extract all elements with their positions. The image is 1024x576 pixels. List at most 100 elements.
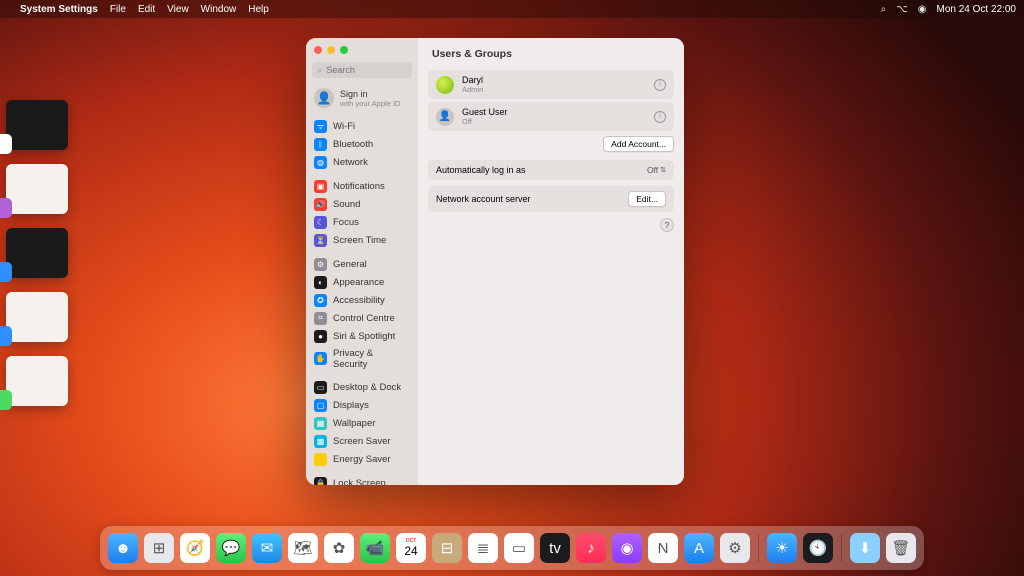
spotlight-icon[interactable]: ⌕ [881, 4, 887, 15]
control-centre-icon[interactable]: ⌥ [896, 4, 908, 15]
minimize-button[interactable] [327, 46, 335, 54]
sidebar-item-energy-saver[interactable]: ⚡Energy Saver [306, 450, 418, 468]
dock-finder-icon[interactable]: ☻ [108, 533, 138, 563]
app-menu[interactable]: System Settings [20, 4, 98, 15]
sidebar-item-sound[interactable]: 🔊 Sound [306, 195, 418, 213]
auto-login-value: Off [647, 165, 658, 175]
dock-weather-icon[interactable]: ☀ [767, 533, 797, 563]
sidebar-item-focus[interactable]: ☾ Focus [306, 213, 418, 231]
sidebar-item-siri-spotlight[interactable]: ●Siri & Spotlight [306, 327, 418, 345]
dock-safari-icon[interactable]: 🧭 [180, 533, 210, 563]
close-button[interactable] [314, 46, 322, 54]
dock-maps-icon[interactable]: 🗺 [288, 533, 318, 563]
sidebar-item-control-centre[interactable]: ⌗Control Centre [306, 309, 418, 327]
search-icon: ⌕ [317, 65, 322, 76]
dock-launchpad-icon[interactable]: ⊞ [144, 533, 174, 563]
stage-thumb-3[interactable] [6, 228, 68, 278]
dock-calendar-icon[interactable]: OCT24 [396, 533, 426, 563]
add-account-button[interactable]: Add Account... [603, 136, 674, 152]
stage-thumb-4[interactable] [6, 292, 68, 342]
sidebar-item-wallpaper[interactable]: ▦Wallpaper [306, 414, 418, 432]
sidebar-item-bluetooth[interactable]: ᛒ Bluetooth [306, 135, 418, 153]
zoom-button[interactable] [340, 46, 348, 54]
sign-in-row[interactable]: 👤 Sign in with your Apple ID [306, 82, 418, 114]
snd-icon: 🔊 [314, 198, 327, 211]
dock: ☻⊞🧭💬✉🗺✿📹OCT24⊟≣▭tv♪◉NA⚙ ☀🕙 ⬇🗑 [100, 526, 924, 570]
avatar: 👤 [436, 108, 454, 126]
sidebar-item-desktop-dock[interactable]: ▭ Desktop & Dock [306, 378, 418, 396]
sidebar-item-label: Focus [333, 217, 359, 228]
moon-icon: ☾ [314, 216, 327, 229]
clock[interactable]: Mon 24 Oct 22:00 [937, 4, 1017, 15]
sidebar-item-network[interactable]: ◍ Network [306, 153, 418, 171]
wall-icon: ▦ [314, 417, 327, 430]
dock-appstore-icon[interactable]: A [684, 533, 714, 563]
dock-separator [758, 534, 759, 562]
hand-icon: ✋ [314, 352, 327, 365]
sidebar-item-label: Accessibility [333, 295, 385, 306]
sidebar-item-label: Screen Saver [333, 436, 391, 447]
sidebar-item-screen-saver[interactable]: ▩Screen Saver [306, 432, 418, 450]
bt-icon: ᛒ [314, 138, 327, 151]
dock-news-icon[interactable]: N [648, 533, 678, 563]
info-icon[interactable]: i [654, 79, 666, 91]
dock-music-icon[interactable]: ♪ [576, 533, 606, 563]
menu-file[interactable]: File [110, 4, 126, 15]
sidebar-item-label: Desktop & Dock [333, 382, 401, 393]
content-title: Users & Groups [418, 38, 684, 70]
sidebar-item-notifications[interactable]: ▣Notifications [306, 177, 418, 195]
siri-icon[interactable]: ◉ [918, 4, 927, 15]
dock-clock-icon[interactable]: 🕙 [803, 533, 833, 563]
gear-icon: ⚙ [314, 258, 327, 271]
sidebar-item-screen-time[interactable]: ⏳Screen Time [306, 231, 418, 249]
dock-tv-icon[interactable]: tv [540, 533, 570, 563]
dock-messages-icon[interactable]: 💬 [216, 533, 246, 563]
sidebar-item-label: Lock Screen [333, 478, 386, 486]
sidebar-search[interactable]: ⌕ [312, 62, 412, 78]
sidebar-item-displays[interactable]: ▢Displays [306, 396, 418, 414]
auto-login-row[interactable]: Automatically log in as Off ⇅ [428, 160, 674, 180]
menu-window[interactable]: Window [201, 4, 237, 15]
stage-thumb-1[interactable] [6, 100, 68, 150]
sidebar-item-general[interactable]: ⚙General [306, 255, 418, 273]
search-input[interactable] [326, 65, 407, 75]
dock-reminders-icon[interactable]: ≣ [468, 533, 498, 563]
siri-icon: ● [314, 330, 327, 343]
sidebar-item-lock-screen[interactable]: 🔒Lock Screen [306, 474, 418, 485]
edit-network-server-button[interactable]: Edit... [628, 191, 666, 207]
batt-icon: ⚡ [314, 453, 327, 466]
menu-edit[interactable]: Edit [138, 4, 155, 15]
sidebar-item-label: Network [333, 157, 368, 168]
stage-thumb-5[interactable] [6, 356, 68, 406]
appr-icon: ◐ [314, 276, 327, 289]
menu-view[interactable]: View [167, 4, 189, 15]
dock-facetime-icon[interactable]: 📹 [360, 533, 390, 563]
user-subtitle: Admin [462, 85, 483, 94]
sidebar-item-wi-fi[interactable]: ᯤWi-Fi [306, 117, 418, 135]
menu-help[interactable]: Help [248, 4, 269, 15]
avatar [436, 76, 454, 94]
dock-trash-icon[interactable]: 🗑 [886, 533, 916, 563]
dock-notes-icon[interactable]: ▭ [504, 533, 534, 563]
stage-thumb-2[interactable] [6, 164, 68, 214]
sidebar-item-accessibility[interactable]: ✪Accessibility [306, 291, 418, 309]
chevron-updown-icon: ⇅ [660, 166, 666, 174]
help-button[interactable]: ? [660, 218, 674, 232]
dock-mail-icon[interactable]: ✉ [252, 533, 282, 563]
sidebar-item-label: Sound [333, 199, 360, 210]
sidebar-item-label: Bluetooth [333, 139, 373, 150]
net-icon: ◍ [314, 156, 327, 169]
sidebar-item-appearance[interactable]: ◐Appearance [306, 273, 418, 291]
system-settings-window: ⌕ 👤 Sign in with your Apple ID ᯤWi-Fi ᛒ Bl… [306, 38, 684, 485]
user-row[interactable]: DarylAdmini [428, 70, 674, 99]
dock-downloads-icon[interactable]: ⬇ [850, 533, 880, 563]
dock-photos-icon[interactable]: ✿ [324, 533, 354, 563]
auto-login-label: Automatically log in as [436, 165, 526, 175]
dock-contacts-icon[interactable]: ⊟ [432, 533, 462, 563]
dock-podcasts-icon[interactable]: ◉ [612, 533, 642, 563]
info-icon[interactable]: i [654, 111, 666, 123]
dock-icon: ▭ [314, 381, 327, 394]
sidebar-item-privacy-security[interactable]: ✋Privacy & Security [306, 345, 418, 372]
user-row[interactable]: 👤Guest UserOffi [428, 102, 674, 131]
dock-settings-icon[interactable]: ⚙ [720, 533, 750, 563]
